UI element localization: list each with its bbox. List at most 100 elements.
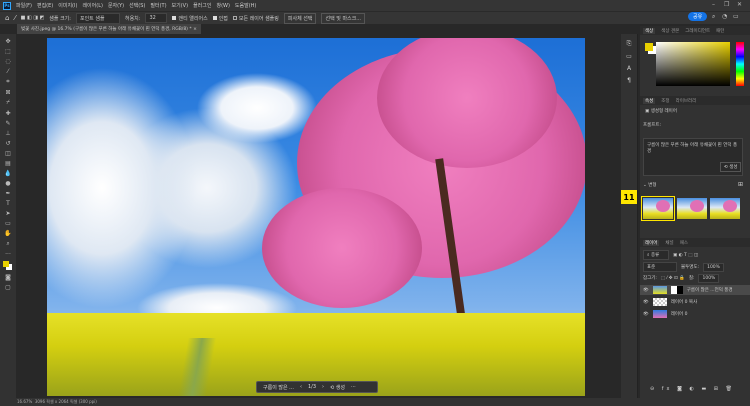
hand-tool-icon[interactable]: ✋	[4, 230, 11, 237]
history-brush-icon[interactable]: ↺	[5, 140, 10, 147]
menu-plugins[interactable]: 플러그인	[193, 2, 211, 9]
layer-mask-thumbnail[interactable]	[670, 286, 683, 294]
dodge-tool-icon[interactable]: ●	[5, 180, 10, 187]
color-swatches[interactable]	[3, 261, 13, 271]
healing-tool-icon[interactable]: ✚	[5, 110, 10, 117]
lock-icons[interactable]: ⬚ ⁄ ✥ ⊡ 🔒	[661, 276, 685, 281]
screen-mode-icon[interactable]: ▢	[5, 284, 11, 291]
variation-thumb-2[interactable]	[677, 198, 707, 219]
selection-mode-icons[interactable]: ■ ◧ ◨ ◩	[21, 15, 45, 21]
tab-swatches[interactable]: 색상 견본	[661, 28, 679, 34]
fill-input[interactable]: 100%	[698, 273, 720, 283]
variations-header[interactable]: ⌄ 변형	[643, 182, 656, 188]
visibility-eye-icon[interactable]: 👁	[643, 288, 649, 293]
comments-panel-icon[interactable]: ▭	[626, 53, 632, 60]
tab-paths[interactable]: 패스	[680, 240, 688, 246]
tab-gradients[interactable]: 그레이디언트	[685, 28, 710, 34]
menu-file[interactable]: 파일(F)	[16, 2, 32, 9]
move-tool-icon[interactable]: ✥	[5, 38, 10, 45]
shape-tool-icon[interactable]: ▭	[5, 220, 11, 227]
tab-properties[interactable]: 속성	[643, 97, 656, 104]
crop-tool-icon[interactable]: ⌗	[6, 78, 9, 86]
layer-row[interactable]: 👁 레이어 0	[640, 309, 750, 319]
eyedropper-tool-icon[interactable]: ⌿	[6, 99, 10, 107]
layer-kind-filter[interactable]: ⌕ 종류	[643, 250, 669, 260]
close-icon[interactable]: ✕	[737, 1, 742, 8]
generate-button[interactable]: ⟲ 생성	[330, 384, 345, 391]
blend-mode-select[interactable]: 표준	[643, 262, 677, 272]
close-tab-icon[interactable]: ×	[193, 27, 197, 32]
tab-channels[interactable]: 채널	[665, 240, 673, 246]
search-icon[interactable]: ⌕	[712, 13, 715, 21]
frame-tool-icon[interactable]: ⊠	[5, 89, 10, 96]
variation-thumb-3[interactable]	[710, 198, 740, 219]
next-variation-icon[interactable]: ›	[322, 384, 324, 390]
more-options-button[interactable]: ···	[351, 384, 356, 390]
menu-select[interactable]: 선택(S)	[129, 2, 145, 9]
path-select-icon[interactable]: ➤	[5, 210, 10, 217]
stamp-tool-icon[interactable]: ⊥	[5, 130, 10, 137]
blur-tool-icon[interactable]: 💧	[4, 170, 11, 177]
hue-slider[interactable]	[736, 42, 744, 86]
layer-row[interactable]: 👁 구름이 많은 ...언덕 풍경	[640, 285, 750, 295]
menu-image[interactable]: 이미지(I)	[58, 2, 77, 9]
share-button[interactable]: 공유	[688, 12, 708, 21]
prompt-chip[interactable]: 구름이 많은 ...	[263, 384, 294, 391]
visibility-eye-icon[interactable]: 👁	[643, 300, 649, 305]
workspace-icon[interactable]: ▭	[733, 13, 739, 20]
more-tools-icon[interactable]: ···	[5, 251, 11, 258]
color-picker-field[interactable]	[656, 42, 730, 86]
menu-view[interactable]: 보기(V)	[172, 2, 189, 9]
contiguous-checkbox[interactable]: 인접	[212, 15, 228, 22]
all-layers-checkbox[interactable]: 모든 레이어 샘플링	[232, 15, 279, 22]
menu-filter[interactable]: 필터(T)	[150, 2, 166, 9]
tab-adjustments[interactable]: 조정	[661, 98, 669, 104]
restore-icon[interactable]: ❐	[724, 1, 729, 8]
character-panel-icon[interactable]: A	[627, 65, 631, 72]
prev-variation-icon[interactable]: ‹	[300, 384, 302, 390]
gradient-tool-icon[interactable]: ▤	[5, 160, 11, 167]
variation-thumb-1[interactable]	[641, 196, 675, 221]
select-subject-button[interactable]: 피사체 선택	[283, 12, 317, 24]
discover-icon[interactable]: ◔	[722, 13, 727, 20]
visibility-eye-icon[interactable]: 👁	[643, 312, 649, 317]
menu-type[interactable]: 문자(Y)	[108, 2, 124, 9]
generate-button-panel[interactable]: ⟲ 생성	[720, 162, 742, 172]
filter-icons[interactable]: ▣ ◐ T ⬚ ◫	[673, 253, 698, 258]
document-tab[interactable]: 벚꽃 사진.jpeg @ 16.7% (구름이 많은 푸른 하늘 아래 유채꽃이…	[17, 24, 201, 34]
zoom-level[interactable]: 16.67%	[17, 399, 32, 404]
tab-layers[interactable]: 레이어	[643, 239, 660, 246]
grid-view-icon[interactable]: ⊞	[738, 181, 743, 188]
anti-alias-checkbox[interactable]: 앤티 앨리어스	[172, 15, 208, 22]
tolerance-input[interactable]: 32	[145, 13, 168, 23]
menu-edit[interactable]: 편집(E)	[37, 2, 53, 9]
quick-mask-icon[interactable]: ◙	[5, 274, 11, 281]
history-panel-icon[interactable]: ⎘	[627, 40, 632, 48]
pen-tool-icon[interactable]: ✒	[5, 190, 10, 197]
layer-row[interactable]: 👁 레이어 0 복사	[640, 297, 750, 307]
menu-layer[interactable]: 레이어(L)	[82, 2, 103, 9]
menu-window[interactable]: 창(W)	[216, 2, 229, 9]
magic-wand-tool-icon[interactable]: ⁄	[7, 68, 8, 75]
tab-color[interactable]: 색상	[643, 27, 656, 34]
minimize-icon[interactable]: –	[712, 1, 715, 8]
brush-tool-icon[interactable]: ✎	[5, 120, 10, 127]
lasso-tool-icon[interactable]: ◌	[5, 58, 10, 65]
magic-wand-icon[interactable]: ⁄	[14, 14, 15, 22]
menu-help[interactable]: 도움말(H)	[235, 2, 256, 9]
tab-patterns[interactable]: 패턴	[716, 28, 724, 34]
marquee-tool-icon[interactable]: ⬚	[5, 48, 11, 55]
paragraph-panel-icon[interactable]: ¶	[627, 77, 631, 84]
type-tool-icon[interactable]: T	[6, 200, 10, 207]
document-canvas[interactable]	[47, 38, 585, 396]
layer-actions[interactable]: ⊖ fx ◙ ◐ ▬ ⊞ 🗑	[650, 386, 735, 392]
opacity-input[interactable]: 100%	[703, 262, 724, 272]
sample-size-select[interactable]: 포인트 샘플	[75, 12, 120, 24]
eraser-tool-icon[interactable]: ◫	[5, 150, 11, 157]
select-and-mask-button[interactable]: 선택 및 마스크...	[321, 12, 366, 24]
home-icon[interactable]: ⌂	[5, 14, 9, 22]
document-info[interactable]: 3096 픽셀 x 2064 픽셀 (300 ppi)	[35, 399, 97, 404]
tab-libraries[interactable]: 라이브러리	[676, 98, 697, 104]
foreground-color[interactable]	[645, 43, 653, 51]
zoom-tool-icon[interactable]: ⌕	[6, 240, 9, 248]
